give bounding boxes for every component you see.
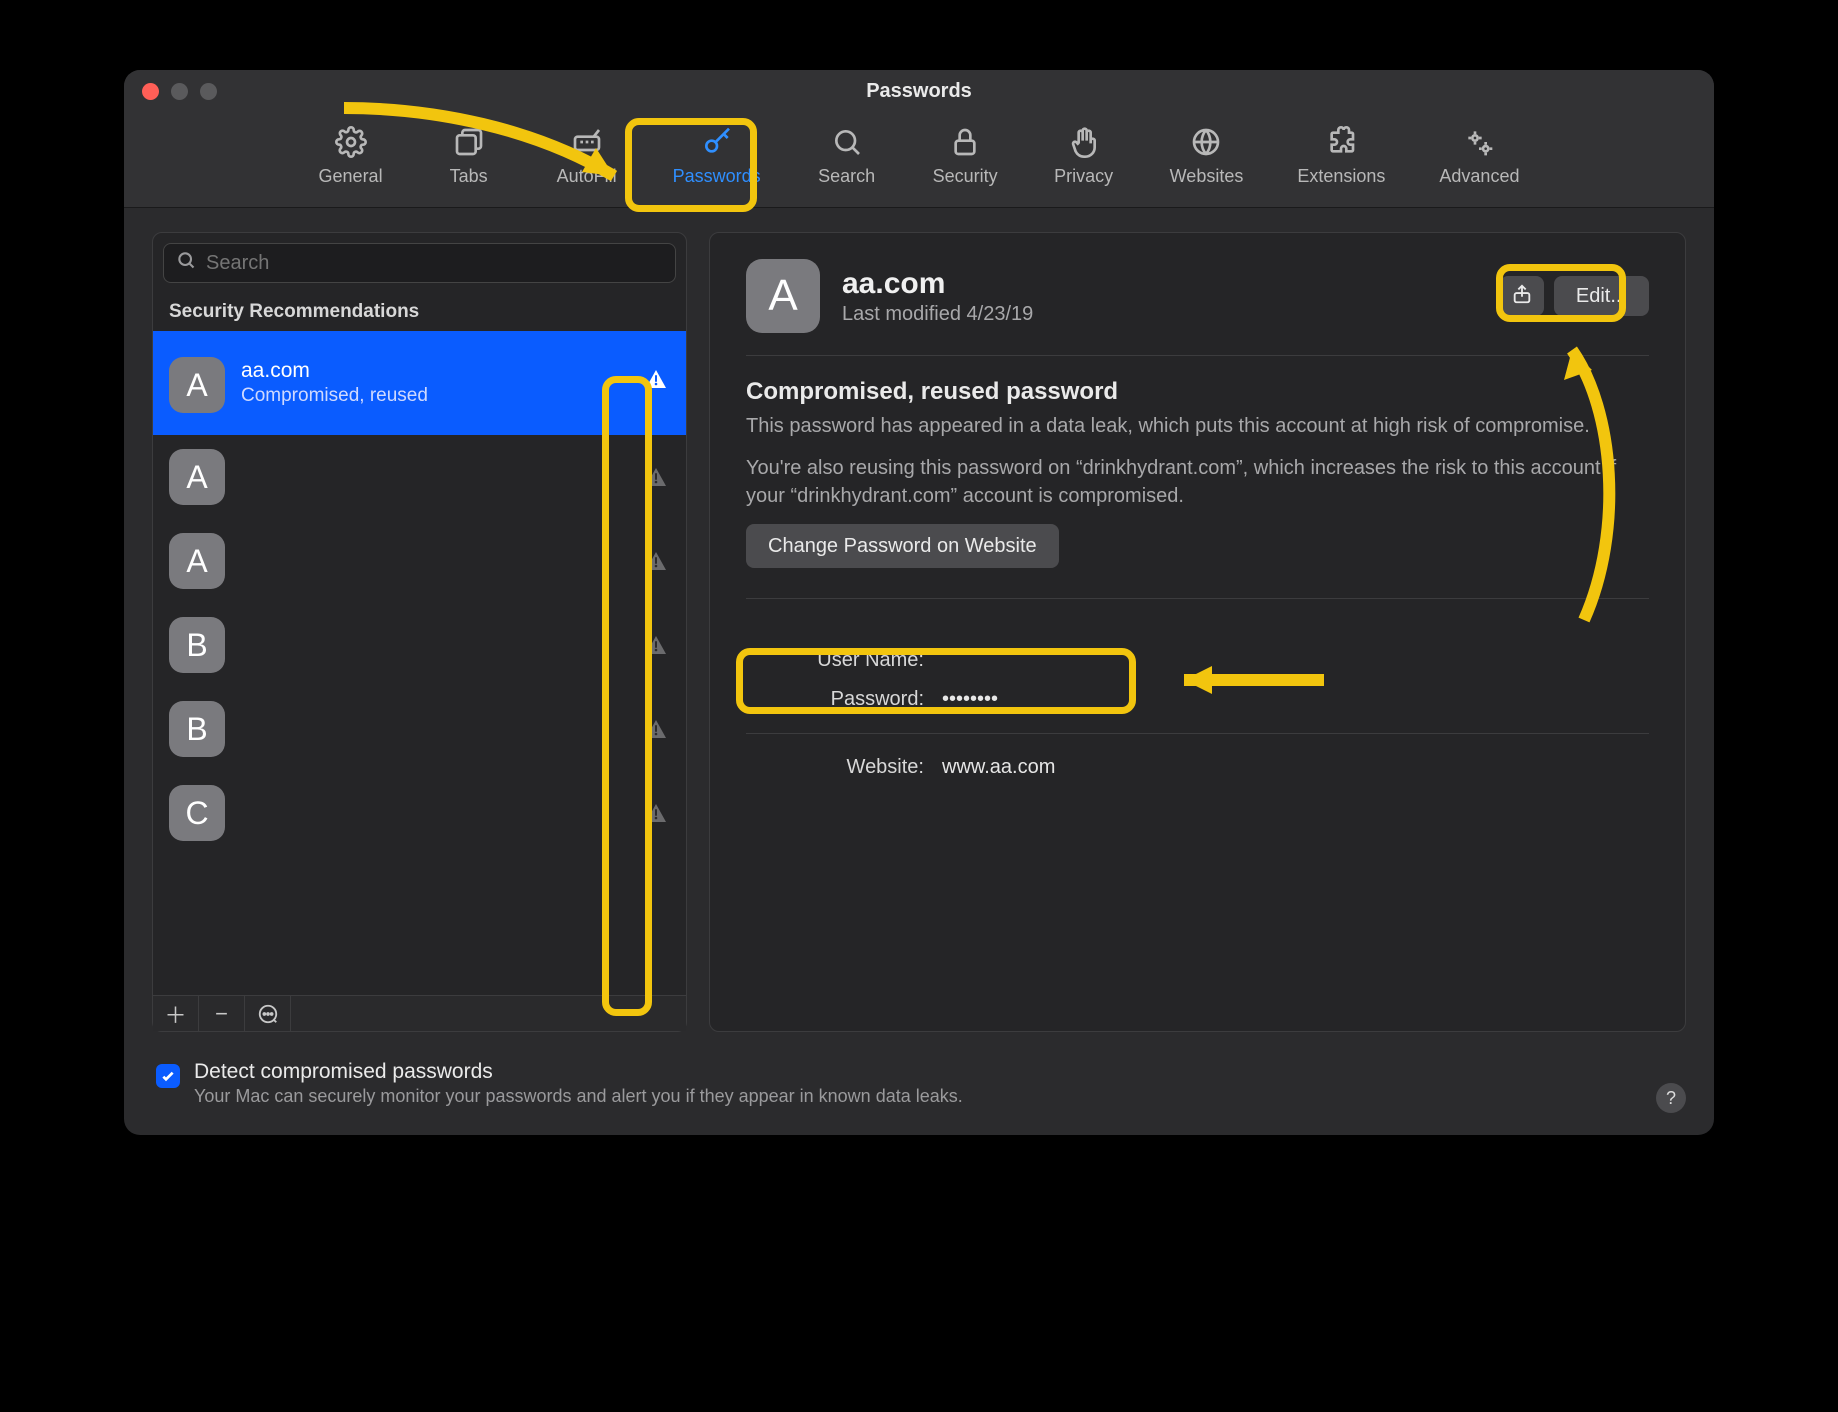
titlebar: Passwords: [124, 70, 1714, 112]
tab-advanced[interactable]: Advanced: [1431, 120, 1527, 191]
autofill-icon: [569, 124, 605, 160]
warning-icon: [644, 633, 668, 657]
puzzle-icon: [1323, 124, 1359, 160]
tab-security[interactable]: Security: [925, 120, 1006, 191]
warning-heading: Compromised, reused password: [746, 378, 1649, 406]
footer: Detect compromised passwords Your Mac ca…: [124, 1050, 1714, 1135]
site-avatar: A: [169, 357, 225, 413]
warning-icon: [644, 717, 668, 741]
site-avatar: B: [169, 617, 225, 673]
website-value[interactable]: www.aa.com: [942, 756, 1631, 779]
website-label: Website:: [764, 756, 924, 779]
password-label: Password:: [764, 688, 924, 711]
share-button[interactable]: [1500, 276, 1544, 316]
tab-label: Websites: [1170, 166, 1244, 187]
help-button[interactable]: ?: [1656, 1083, 1686, 1113]
tab-passwords[interactable]: Passwords: [665, 120, 769, 191]
tab-label: Passwords: [673, 166, 761, 187]
detail-title: aa.com: [842, 267, 1478, 301]
preferences-toolbar: General Tabs AutoFill Passwords Search: [124, 112, 1714, 208]
gears-icon: [1461, 124, 1497, 160]
password-row[interactable]: A: [153, 519, 686, 603]
edit-button[interactable]: Edit...: [1554, 276, 1649, 316]
password-row[interactable]: B: [153, 603, 686, 687]
lock-icon: [947, 124, 983, 160]
search-icon: [176, 250, 196, 276]
password-row[interactable]: A aa.com Compromised, reused: [153, 331, 686, 435]
tab-websites[interactable]: Websites: [1162, 120, 1252, 191]
section-header: Security Recommendations: [153, 291, 686, 331]
hand-icon: [1066, 124, 1102, 160]
site-avatar: C: [169, 785, 225, 841]
warning-body: You're also reusing this password on “dr…: [746, 454, 1649, 510]
edit-button-label: Edit...: [1576, 285, 1627, 308]
warning-icon: [644, 801, 668, 825]
warning-icon: [644, 549, 668, 573]
site-avatar: A: [169, 533, 225, 589]
password-list-sidebar: Security Recommendations A aa.com Compro…: [152, 232, 687, 1032]
tab-privacy[interactable]: Privacy: [1044, 120, 1124, 191]
tab-search[interactable]: Search: [807, 120, 887, 191]
search-field[interactable]: [163, 243, 676, 283]
add-button[interactable]: ＋: [153, 996, 199, 1031]
footer-title: Detect compromised passwords: [194, 1060, 963, 1084]
tab-tabs[interactable]: Tabs: [429, 120, 509, 191]
tab-autofill[interactable]: AutoFill: [547, 120, 627, 191]
detect-compromised-checkbox[interactable]: [156, 1064, 180, 1088]
search-input[interactable]: [206, 252, 663, 275]
row-subtitle: Compromised, reused: [241, 385, 670, 407]
detail-subtitle: Last modified 4/23/19: [842, 303, 1478, 326]
row-title: aa.com: [241, 359, 670, 383]
change-password-button[interactable]: Change Password on Website: [746, 524, 1059, 568]
search-icon: [829, 124, 865, 160]
divider: [746, 733, 1649, 734]
list-bottom-bar: ＋ −: [153, 995, 686, 1031]
username-value[interactable]: [942, 649, 1631, 672]
tab-label: General: [319, 166, 383, 187]
change-password-label: Change Password on Website: [768, 535, 1037, 558]
password-row[interactable]: B: [153, 687, 686, 771]
username-label: User Name:: [764, 649, 924, 672]
tab-label: Privacy: [1054, 166, 1113, 187]
warning-body: This password has appeared in a data lea…: [746, 412, 1649, 440]
gear-icon: [333, 124, 369, 160]
preferences-window: Passwords General Tabs AutoFill Passwor: [124, 70, 1714, 1135]
warning-icon: [644, 465, 668, 489]
tab-label: AutoFill: [557, 166, 617, 187]
more-button[interactable]: [245, 996, 291, 1031]
window-title: Passwords: [124, 80, 1714, 103]
tab-general[interactable]: General: [311, 120, 391, 191]
tab-extensions[interactable]: Extensions: [1289, 120, 1393, 191]
share-icon: [1511, 283, 1533, 310]
content-area: Security Recommendations A aa.com Compro…: [124, 208, 1714, 1050]
tab-label: Security: [933, 166, 998, 187]
password-detail-pane: A aa.com Last modified 4/23/19 Edit...: [709, 232, 1686, 1032]
password-row[interactable]: C: [153, 771, 686, 855]
tabs-icon: [451, 124, 487, 160]
warning-icon: [644, 367, 668, 391]
password-row[interactable]: A: [153, 435, 686, 519]
key-icon: [699, 124, 735, 160]
password-list[interactable]: A aa.com Compromised, reused A: [153, 331, 686, 995]
site-avatar: B: [169, 701, 225, 757]
remove-button[interactable]: −: [199, 996, 245, 1031]
tab-label: Search: [818, 166, 875, 187]
site-avatar: A: [169, 449, 225, 505]
divider: [746, 355, 1649, 356]
detail-avatar: A: [746, 259, 820, 333]
password-value[interactable]: ••••••••: [942, 688, 1631, 711]
divider: [746, 598, 1649, 599]
globe-icon: [1188, 124, 1224, 160]
tab-label: Tabs: [450, 166, 488, 187]
tab-label: Extensions: [1297, 166, 1385, 187]
footer-subtitle: Your Mac can securely monitor your passw…: [194, 1086, 963, 1107]
tab-label: Advanced: [1439, 166, 1519, 187]
